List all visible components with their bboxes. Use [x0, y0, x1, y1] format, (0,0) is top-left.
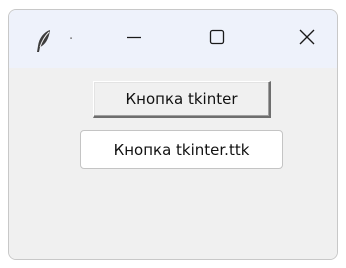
ttk-button[interactable]: Кнопка tkinter.ttk — [80, 130, 283, 169]
feather-icon — [33, 28, 55, 54]
tkinter-button[interactable]: Кнопка tkinter — [93, 81, 271, 118]
maximize-icon — [207, 27, 227, 51]
window-title: · — [69, 32, 74, 47]
app-window: · Кнопка tkinter Кнопка tkinter.ttk — [8, 9, 338, 260]
maximize-button[interactable] — [184, 10, 250, 68]
window-content: Кнопка tkinter Кнопка tkinter.ttk — [9, 68, 337, 259]
close-icon — [297, 27, 317, 51]
minimize-icon — [124, 27, 144, 51]
title-bar[interactable]: · — [9, 10, 337, 68]
minimize-button[interactable] — [101, 10, 167, 68]
close-button[interactable] — [274, 10, 337, 68]
